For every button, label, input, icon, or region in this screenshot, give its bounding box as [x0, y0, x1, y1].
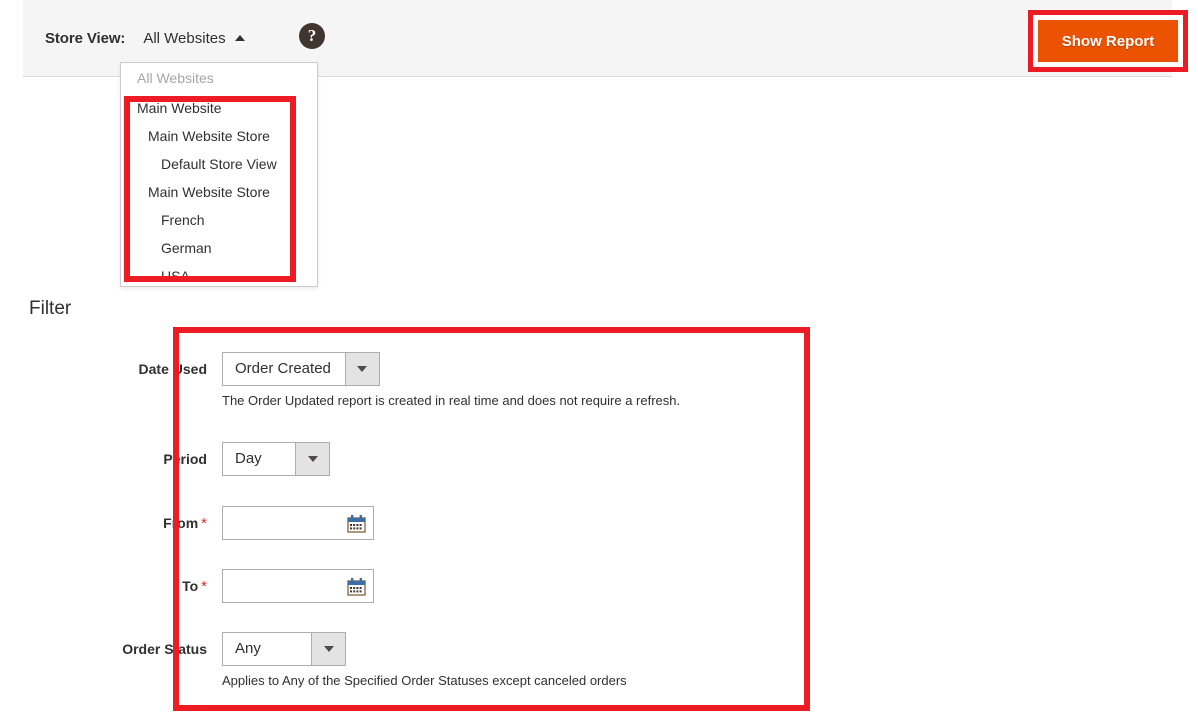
period-select[interactable]: Day	[222, 442, 330, 476]
field-row-from: From *	[52, 506, 374, 541]
chevron-down-icon	[344, 353, 379, 385]
from-control	[222, 506, 374, 540]
from-label-text: From	[163, 515, 199, 531]
dropdown-item-default-store-view[interactable]: Default Store View	[121, 150, 317, 178]
store-view-switcher[interactable]: Store View: All Websites ?	[45, 23, 325, 49]
field-row-order-status: Order Status Any Applies to Any of the S…	[52, 632, 627, 688]
order-status-note: Applies to Any of the Specified Order St…	[222, 673, 627, 688]
from-date-input[interactable]	[223, 507, 341, 539]
report-filter-page: Store View: All Websites ? Show Report A…	[0, 0, 1198, 722]
date-used-note: The Order Updated report is created in r…	[222, 393, 681, 408]
show-report-highlight-box: Show Report	[1028, 10, 1188, 72]
date-used-select-value: Order Created	[235, 360, 331, 377]
from-label: From *	[52, 506, 222, 541]
order-status-select-value: Any	[235, 640, 261, 657]
order-status-label: Order Status	[122, 641, 207, 657]
help-icon[interactable]: ?	[299, 23, 325, 49]
chevron-down-icon	[311, 633, 345, 665]
to-label: To *	[52, 569, 222, 604]
dropdown-item-german[interactable]: German	[121, 234, 317, 262]
order-status-select[interactable]: Any	[222, 632, 346, 666]
field-row-to: To *	[52, 569, 374, 604]
store-view-value-text: All Websites	[143, 30, 226, 47]
dropdown-item-main-website-store-2[interactable]: Main Website Store	[121, 178, 317, 206]
order-status-control: Any Applies to Any of the Specified Orde…	[222, 632, 627, 688]
date-used-control: Order Created The Order Updated report i…	[222, 352, 680, 408]
caret-up-icon	[234, 35, 245, 41]
period-label: Period	[163, 451, 207, 467]
date-used-select[interactable]: Order Created	[222, 352, 380, 386]
show-report-button[interactable]: Show Report	[1038, 20, 1178, 62]
dropdown-item-all-websites: All Websites	[137, 70, 214, 86]
calendar-icon[interactable]	[347, 514, 366, 533]
dropdown-item-main-website-store-1[interactable]: Main Website Store	[121, 122, 317, 150]
to-date-input[interactable]	[223, 570, 341, 602]
dropdown-item-main-website[interactable]: Main Website	[121, 94, 317, 122]
dropdown-item-french[interactable]: French	[121, 206, 317, 234]
from-required-marker: *	[201, 515, 207, 532]
to-date-field[interactable]	[222, 569, 374, 603]
store-view-dropdown[interactable]: All Websites Main Website Main Website S…	[120, 62, 318, 287]
store-view-label: Store View:	[45, 30, 126, 47]
field-row-period: Period Day	[52, 442, 330, 476]
chevron-down-icon	[295, 443, 329, 475]
to-control	[222, 569, 374, 603]
field-row-date-used: Date Used Order Created The Order Update…	[52, 352, 680, 408]
calendar-icon[interactable]	[347, 577, 366, 596]
date-used-label: Date Used	[138, 361, 207, 377]
dropdown-item-usa[interactable]: USA	[121, 262, 317, 286]
filter-section-title: Filter	[29, 298, 72, 319]
period-control: Day	[222, 442, 330, 476]
to-required-marker: *	[201, 578, 207, 595]
from-date-field[interactable]	[222, 506, 374, 540]
period-select-value: Day	[235, 450, 262, 467]
store-view-value[interactable]: All Websites	[143, 30, 245, 47]
to-label-text: To	[182, 578, 199, 594]
